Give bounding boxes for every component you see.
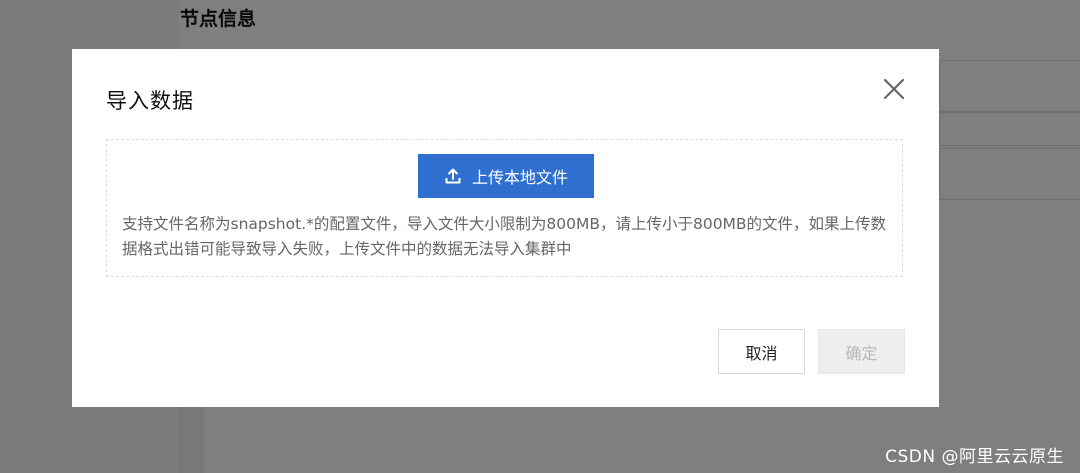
upload-icon	[444, 167, 462, 185]
confirm-button[interactable]: 确定	[818, 329, 905, 374]
close-icon[interactable]	[881, 76, 907, 102]
dialog-title: 导入数据	[106, 89, 194, 113]
upload-button-label: 上传本地文件	[471, 168, 568, 187]
page: 节点信息 导入数据 上传本地文件 支持文件名称为snapsh	[0, 0, 1080, 473]
cancel-button[interactable]: 取消	[718, 329, 805, 374]
watermark: CSDN @阿里云云原生	[885, 447, 1064, 467]
upload-local-file-button[interactable]: 上传本地文件	[418, 154, 594, 198]
upload-hint-text: 支持文件名称为snapshot.*的配置文件，导入文件大小限制为800MB，请上…	[122, 215, 887, 258]
import-data-dialog: 导入数据 上传本地文件 支持文件名称为snapshot.*的配置文件，导入文件大…	[72, 49, 939, 407]
upload-dropzone[interactable]: 上传本地文件 支持文件名称为snapshot.*的配置文件，导入文件大小限制为8…	[106, 139, 903, 277]
